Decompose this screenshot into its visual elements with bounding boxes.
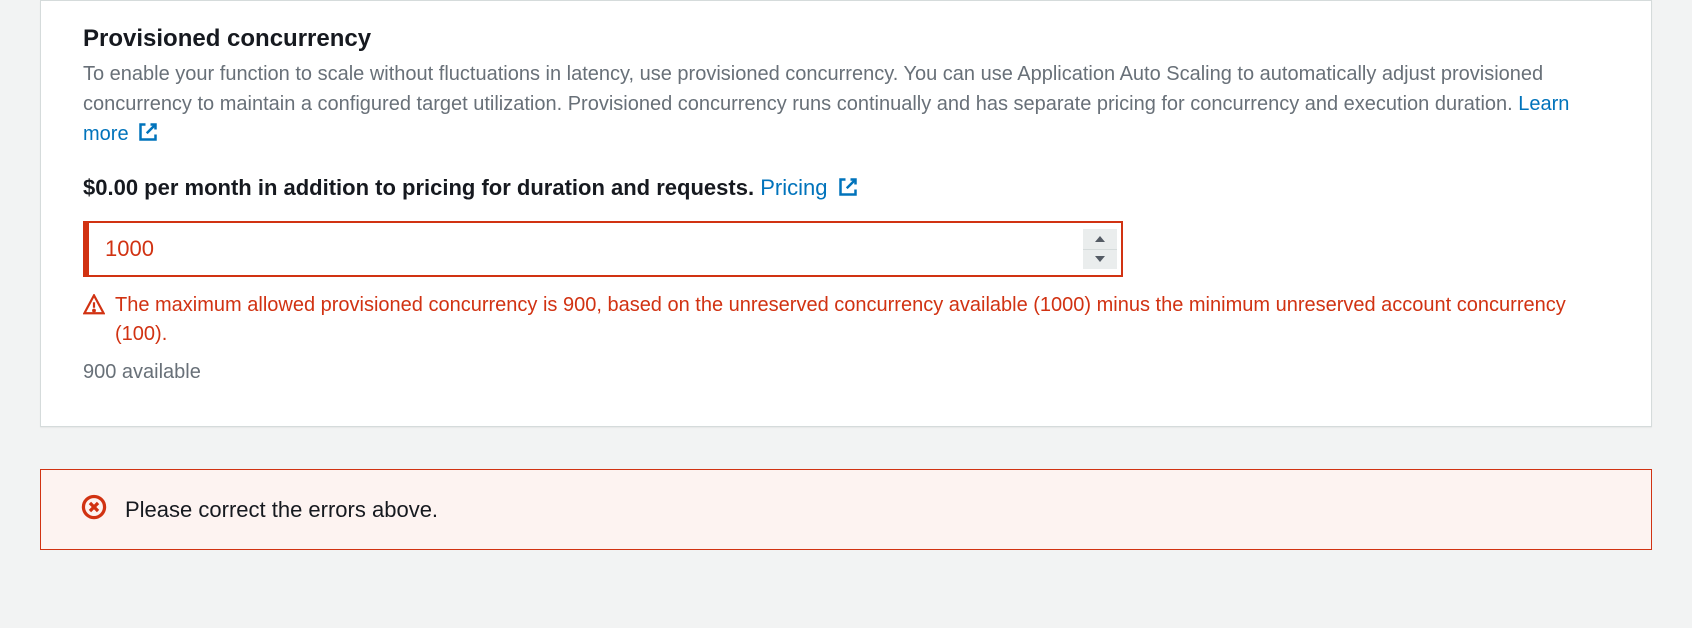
field-error-text: The maximum allowed provisioned concurre… bbox=[115, 291, 1609, 349]
panel-description: To enable your function to scale without… bbox=[83, 59, 1609, 151]
pricing-link-label: Pricing bbox=[760, 175, 827, 200]
error-circle-icon bbox=[81, 494, 107, 525]
stepper-down-button[interactable] bbox=[1083, 250, 1117, 270]
external-link-icon bbox=[838, 177, 858, 203]
provisioned-concurrency-panel: Provisioned concurrency To enable your f… bbox=[40, 0, 1652, 427]
stepper-up-button[interactable] bbox=[1083, 229, 1117, 250]
alert-message: Please correct the errors above. bbox=[125, 497, 438, 523]
field-error: The maximum allowed provisioned concurre… bbox=[83, 291, 1609, 349]
warning-triangle-icon bbox=[83, 294, 105, 321]
chevron-down-icon bbox=[1095, 256, 1105, 262]
pricing-link[interactable]: Pricing bbox=[760, 175, 857, 200]
panel-title: Provisioned concurrency bbox=[83, 25, 1609, 53]
stepper bbox=[1083, 229, 1117, 269]
error-alert: Please correct the errors above. bbox=[40, 469, 1652, 550]
concurrency-input[interactable] bbox=[83, 221, 1123, 277]
concurrency-input-wrap bbox=[83, 221, 1123, 277]
chevron-up-icon bbox=[1095, 236, 1105, 242]
pricing-prefix: $0.00 per month in addition to pricing f… bbox=[83, 175, 754, 200]
pricing-line: $0.00 per month in addition to pricing f… bbox=[83, 175, 1609, 203]
panel-description-text: To enable your function to scale without… bbox=[83, 63, 1543, 115]
available-text: 900 available bbox=[83, 361, 1609, 384]
external-link-icon bbox=[138, 121, 158, 151]
